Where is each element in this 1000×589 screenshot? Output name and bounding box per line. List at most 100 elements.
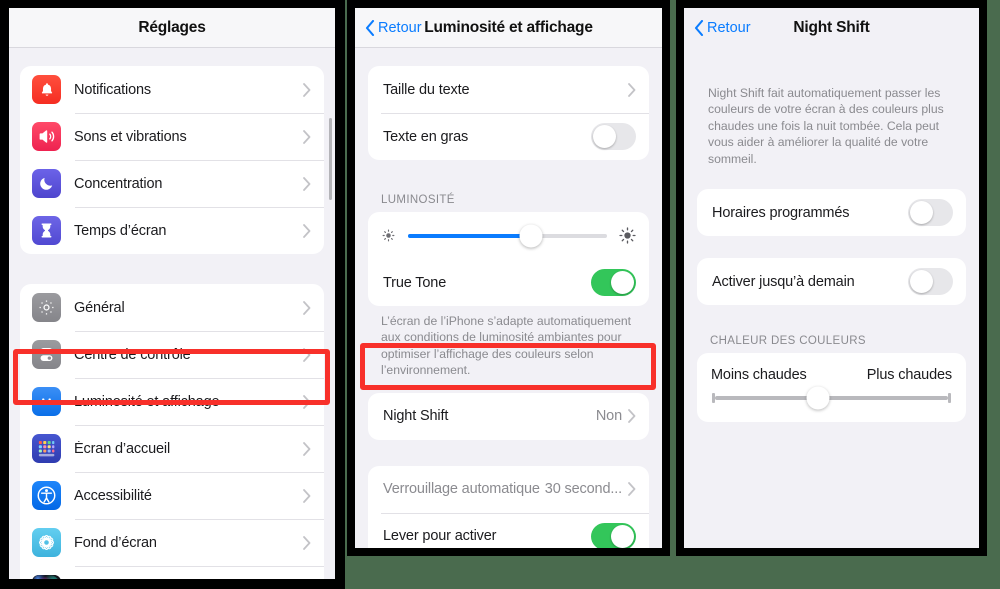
home-screen-grid-icon <box>32 434 61 463</box>
brightness-track[interactable] <box>408 224 607 247</box>
raise-to-wake-toggle[interactable] <box>591 522 636 548</box>
row-activer-jusqua-demain[interactable]: Activer jusqu’à demain <box>697 258 966 305</box>
toggle-knob <box>593 125 616 148</box>
warmth-track-cap-left <box>712 393 715 404</box>
back-button[interactable]: Retour <box>365 19 422 36</box>
row-label: Horaires programmés <box>712 204 850 221</box>
svg-text:AA: AA <box>40 397 53 407</box>
group-enable-until-tomorrow: Activer jusqu’à demain <box>697 258 966 306</box>
navbar-night-shift: Retour Night Shift <box>684 8 979 48</box>
screen-night-shift: Retour Night Shift Night Shift fait auto… <box>684 8 979 548</box>
row-night-shift[interactable]: Night Shift Non <box>368 393 649 440</box>
back-button[interactable]: Retour <box>694 20 751 36</box>
gear-general-icon <box>32 293 61 322</box>
row-texte-en-gras[interactable]: Texte en gras <box>368 113 649 160</box>
back-button-label: Retour <box>378 19 422 36</box>
sidebar-item-notifications[interactable]: Notifications <box>20 66 324 113</box>
sidebar-item-label: Accessibilité <box>74 487 152 504</box>
display-scroll-area[interactable]: Taille du texte Texte en gras LUMINOSITÉ <box>355 48 662 548</box>
row-true-tone[interactable]: True Tone <box>368 259 649 306</box>
row-horaires-programmes[interactable]: Horaires programmés <box>697 189 966 236</box>
sidebar-item-accessibilite[interactable]: Accessibilité <box>20 472 324 519</box>
group-color-warmth: Moins chaudes Plus chaudes <box>697 353 966 423</box>
sidebar-item-label: Général <box>74 299 125 316</box>
settings-group-general: Général Centre de contrôle AA Luminosité… <box>20 284 324 579</box>
sidebar-item-concentration[interactable]: Concentration <box>20 160 324 207</box>
control-center-icon <box>32 340 61 369</box>
phone-frame-display: Retour Luminosité et affichage Taille du… <box>347 0 670 556</box>
settings-scroll-area[interactable]: Notifications Sons et vibrations Concent… <box>9 48 335 579</box>
sun-large-icon <box>619 227 636 244</box>
page-title: Réglages <box>138 18 206 36</box>
sidebar-item-label: Écran d’accueil <box>74 440 171 457</box>
toggle-knob <box>611 524 634 548</box>
sidebar-item-temps-decran[interactable]: Temps d’écran <box>20 207 324 254</box>
speaker-sound-icon <box>32 122 61 151</box>
group-night-shift: Night Shift Non <box>368 392 649 440</box>
sidebar-item-label: Temps d’écran <box>74 222 167 239</box>
sidebar-item-label: Luminosité et affichage <box>74 393 220 410</box>
chevron-left-icon <box>365 19 375 36</box>
navbar-display: Retour Luminosité et affichage <box>355 8 662 48</box>
group-auto-lock: Verrouillage automatique 30 second... Le… <box>368 465 649 548</box>
chevron-right-icon <box>628 82 636 97</box>
screenshot-stage: Réglages Notifications Sons et vibration… <box>0 0 1000 589</box>
page-title: Luminosité et affichage <box>424 18 593 36</box>
night-shift-scroll-area[interactable]: Night Shift fait automatiquement passer … <box>684 48 979 548</box>
sidebar-item-luminosite-et-affichage[interactable]: AA Luminosité et affichage <box>20 378 324 425</box>
brightness-thumb[interactable] <box>519 224 543 247</box>
hourglass-screentime-icon <box>32 216 61 245</box>
sidebar-item-label: Concentration <box>74 175 163 192</box>
settings-group-notifications: Notifications Sons et vibrations Concent… <box>20 66 324 254</box>
toggle-knob <box>910 270 933 294</box>
sidebar-item-ecran-daccueil[interactable]: Écran d’accueil <box>20 425 324 472</box>
chevron-right-icon <box>303 129 311 144</box>
warmth-label-more: Plus chaudes <box>866 367 952 384</box>
bold-text-toggle[interactable] <box>591 123 636 150</box>
wallpaper-flower-icon <box>32 528 61 557</box>
color-warmth-slider[interactable] <box>712 386 951 410</box>
row-taille-du-texte[interactable]: Taille du texte <box>368 66 649 113</box>
section-header-chaleur: CHALEUR DES COULEURS <box>710 335 866 348</box>
sidebar-item-siri-et-recherche[interactable]: Siri et recherche <box>20 566 324 579</box>
sidebar-item-general[interactable]: Général <box>20 284 324 331</box>
brightness-slider-row[interactable] <box>368 212 649 259</box>
chevron-left-icon <box>694 20 704 36</box>
warmth-thumb[interactable] <box>806 386 830 410</box>
notifications-bell-icon <box>32 75 61 104</box>
chevron-right-icon <box>303 300 311 315</box>
enable-until-tomorrow-toggle[interactable] <box>908 268 953 296</box>
row-value: 30 second... <box>544 481 622 498</box>
chevron-right-icon <box>628 482 636 497</box>
sidebar-item-label: Centre de contrôle <box>74 346 191 363</box>
toggle-knob <box>910 201 933 225</box>
true-tone-toggle[interactable] <box>591 269 636 296</box>
sidebar-item-sons-et-vibrations[interactable]: Sons et vibrations <box>20 113 324 160</box>
vertical-scrollbar[interactable] <box>329 118 332 200</box>
row-label: Lever pour activer <box>383 528 497 545</box>
sidebar-item-fond-decran[interactable]: Fond d’écran <box>20 519 324 566</box>
chevron-right-icon <box>303 394 311 409</box>
row-label: Taille du texte <box>383 81 470 98</box>
warmth-labels: Moins chaudes Plus chaudes <box>711 367 952 383</box>
scheduled-toggle[interactable] <box>908 199 953 227</box>
moon-focus-icon <box>32 169 61 198</box>
siri-orb-icon <box>32 575 61 579</box>
sidebar-item-label: Notifications <box>74 81 152 98</box>
row-lever-pour-activer[interactable]: Lever pour activer <box>368 512 649 548</box>
chevron-right-icon <box>303 176 311 191</box>
row-label: Verrouillage automatique <box>383 481 540 498</box>
sidebar-item-centre-de-controle[interactable]: Centre de contrôle <box>20 331 324 378</box>
group-scheduled: Horaires programmés <box>697 189 966 237</box>
display-brightness-aa-icon: AA <box>32 387 61 416</box>
row-verrouillage-automatique[interactable]: Verrouillage automatique 30 second... <box>368 466 649 513</box>
footer-true-tone-description: L’écran de l’iPhone s’adapte automatique… <box>381 314 632 378</box>
night-shift-description: Night Shift fait automatiquement passer … <box>708 86 944 166</box>
phone-frame-night-shift: Retour Night Shift Night Shift fait auto… <box>676 0 987 556</box>
chevron-right-icon <box>303 82 311 97</box>
row-label: Activer jusqu’à demain <box>712 273 855 290</box>
sun-small-icon <box>382 229 395 242</box>
warmth-track-cap-right <box>948 393 951 404</box>
screen-display: Retour Luminosité et affichage Taille du… <box>355 8 662 548</box>
chevron-right-icon <box>303 488 311 503</box>
